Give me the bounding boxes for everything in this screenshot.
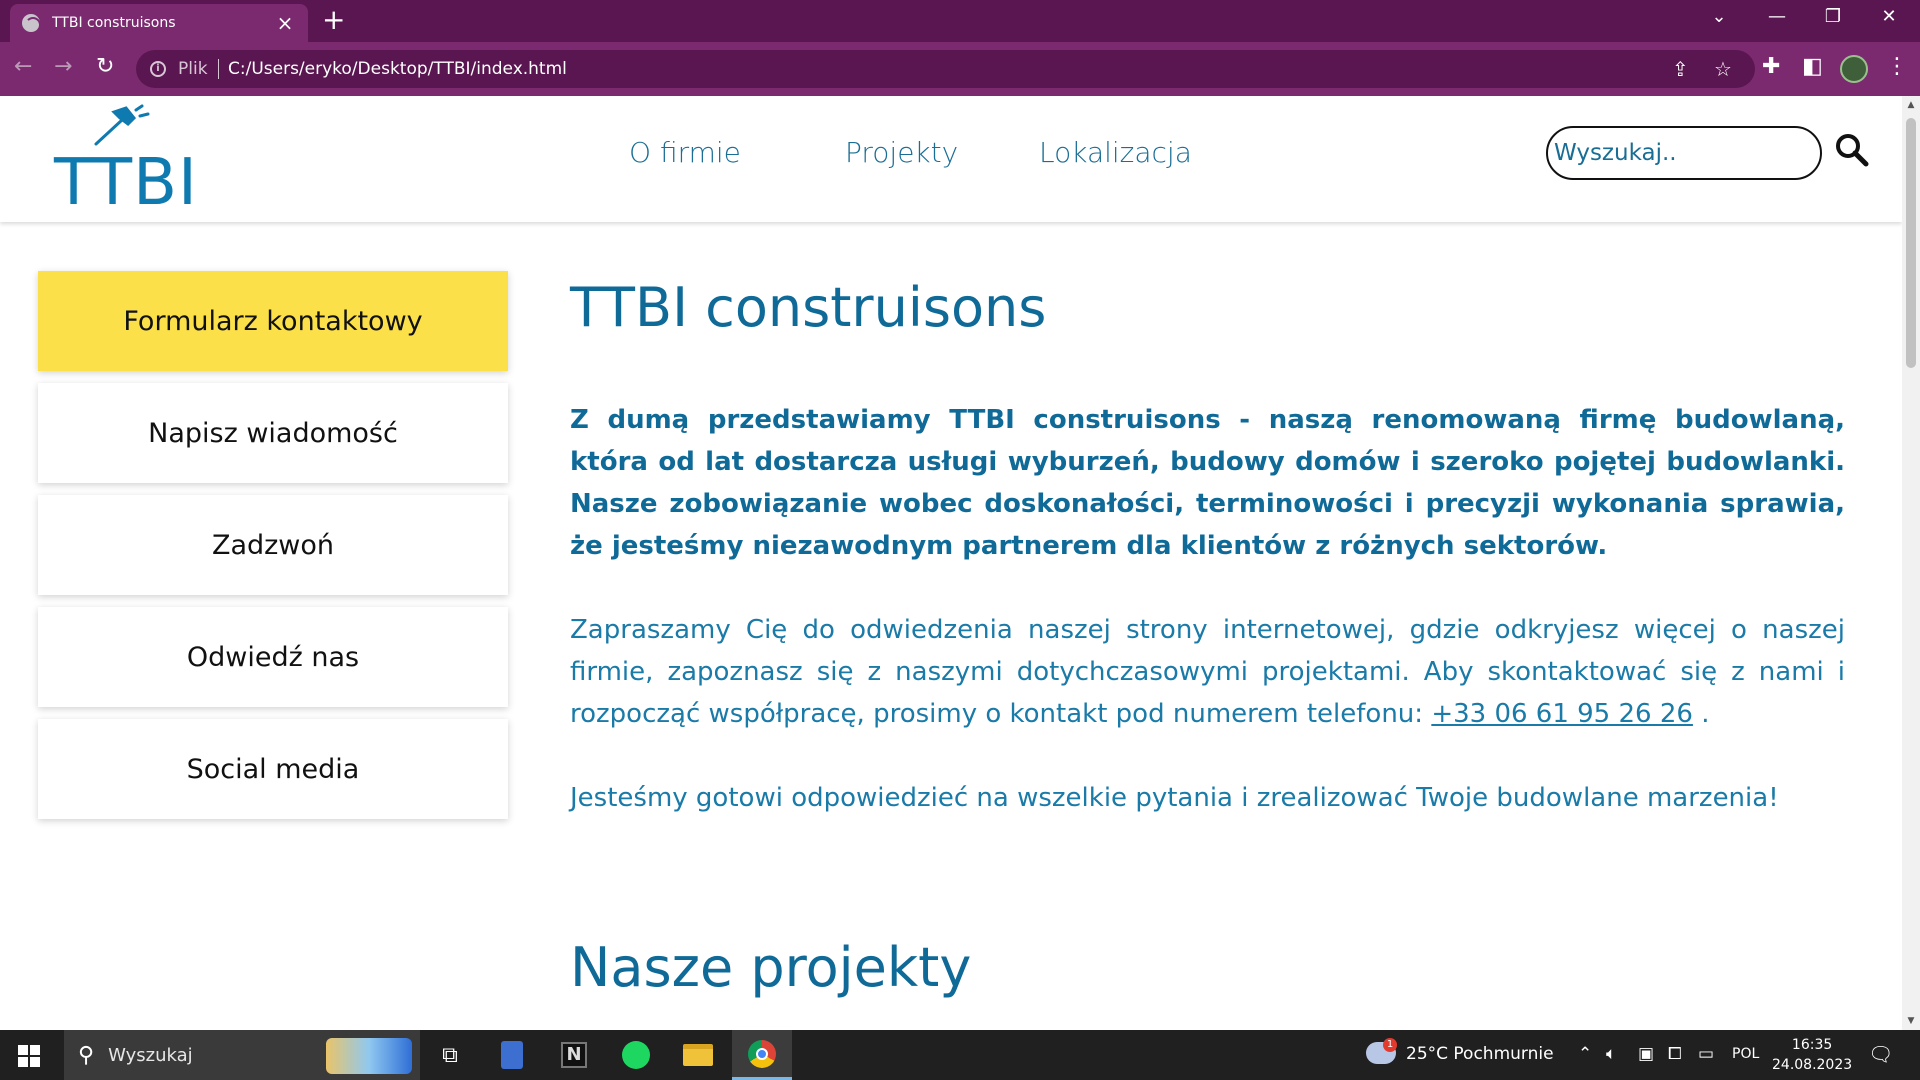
search-icon[interactable] (1834, 132, 1870, 168)
speaker-icon[interactable]: 🔈︎ (1606, 1044, 1616, 1064)
restore-icon[interactable]: ❐ (1818, 6, 1848, 27)
clock-time: 16:35 (1791, 1037, 1833, 1053)
scroll-thumb[interactable] (1906, 118, 1916, 368)
clock[interactable]: 16:35 24.08.2023 (1772, 1035, 1852, 1075)
battery-icon[interactable]: ▭ (1698, 1044, 1714, 1064)
search-input[interactable] (1546, 126, 1822, 180)
contact-side-menu: Formularz kontaktowy Napisz wiadomość Za… (38, 271, 508, 831)
site-logo[interactable]: TTBI (54, 104, 204, 220)
star-icon[interactable]: ☆ (1714, 57, 1732, 81)
sidepanel-icon[interactable]: ◧ (1802, 54, 1823, 79)
weather-text[interactable]: 25°C Pochmurnie (1406, 1044, 1554, 1064)
phone-link[interactable]: +33 06 61 95 26 26 (1431, 699, 1693, 729)
notion-icon[interactable]: N (544, 1030, 604, 1080)
taskbar-search-label: Wyszukaj (108, 1044, 193, 1066)
share-icon[interactable]: ⇪ (1672, 57, 1689, 81)
profile-icon[interactable] (1840, 55, 1868, 83)
browser-tab[interactable]: TTBI construisons × (10, 4, 308, 42)
notification-icon[interactable]: 🗨︎ (1868, 1042, 1893, 1066)
side-item-odwiedz-nas[interactable]: Odwiedź nas (38, 607, 508, 707)
menu-icon[interactable]: ⋮ (1886, 54, 1908, 79)
scroll-down-icon[interactable]: ▼ (1902, 1012, 1920, 1030)
display-icon[interactable]: ⧠ (1668, 1044, 1682, 1064)
chrome-icon[interactable] (732, 1030, 792, 1080)
reload-icon[interactable]: ↻ (96, 54, 114, 79)
folder-icon[interactable] (668, 1030, 728, 1080)
camera-icon[interactable]: ▣ (1638, 1044, 1654, 1064)
search-icon: ⚲ (78, 1042, 95, 1068)
url-text[interactable]: C:/Users/eryko/Desktop/TTBI/index.html (228, 59, 567, 79)
clock-date: 24.08.2023 (1772, 1057, 1853, 1073)
language-indicator[interactable]: POL (1732, 1046, 1759, 1062)
weather-badge: 1 (1383, 1038, 1397, 1052)
contact-paragraph-end: . (1701, 699, 1710, 729)
scheme-label: Plik (178, 59, 208, 79)
scroll-up-icon[interactable]: ▲ (1902, 96, 1920, 114)
intro-paragraph: Z dumą przedstawiamy TTBI construisons -… (570, 405, 1845, 561)
address-bar[interactable]: i Plik C:/Users/eryko/Desktop/TTBI/index… (136, 50, 1755, 88)
contact-paragraph: Zapraszamy Cię do odwiedzenia naszej str… (570, 609, 1845, 735)
hammer-icon (94, 104, 150, 146)
side-item-social-media[interactable]: Social media (38, 719, 508, 819)
web-page: TTBI O firmie Projekty Lokalizacja Formu… (0, 96, 1902, 1030)
closing-paragraph: Jesteśmy gotowi odpowiedzieć na wszelkie… (570, 783, 1779, 813)
main-content: TTBI construisons Z dumą przedstawiamy T… (570, 276, 1845, 861)
side-item-zadzwon[interactable]: Zadzwoń (38, 495, 508, 595)
extensions-icon[interactable]: ✚ (1762, 54, 1780, 79)
forward-icon[interactable]: → (54, 54, 72, 79)
nav-link-projekty[interactable]: Projekty (845, 136, 958, 169)
logo-text: TTBI (54, 146, 198, 220)
taskbar-search[interactable]: ⚲ Wyszukaj (64, 1030, 420, 1080)
chevron-up-icon[interactable]: ⌃ (1578, 1044, 1592, 1064)
section-title-projects: Nasze projekty (570, 936, 972, 999)
site-header: TTBI O firmie Projekty Lokalizacja (0, 96, 1902, 222)
browser-titlebar: TTBI construisons × + ⌄ — ❐ ✕ (0, 0, 1920, 42)
side-item-formularz-kontaktowy[interactable]: Formularz kontaktowy (38, 271, 508, 371)
globe-icon (22, 14, 41, 33)
page-scrollbar[interactable]: ▲ ▼ (1902, 96, 1920, 1030)
windows-icon[interactable] (18, 1045, 40, 1067)
side-item-napisz-wiadomosc[interactable]: Napisz wiadomość (38, 383, 508, 483)
nav-link-o-firmie[interactable]: O firmie (629, 136, 741, 169)
url-separator (218, 59, 219, 79)
search-highlight-icon (326, 1038, 412, 1074)
task-view-icon[interactable]: ⧉ (420, 1030, 480, 1080)
browser-toolbar: ← → ↻ i Plik C:/Users/eryko/Desktop/TTBI… (0, 42, 1920, 96)
chevron-down-icon[interactable]: ⌄ (1704, 6, 1734, 27)
close-icon[interactable]: × (274, 11, 296, 35)
nav-link-lokalizacja[interactable]: Lokalizacja (1039, 136, 1192, 169)
calculator-icon[interactable] (482, 1030, 542, 1080)
spotify-icon[interactable] (606, 1030, 666, 1080)
windows-taskbar: ⚲ Wyszukaj ⧉ N 1 25°C Pochmurnie ⌃ 🔈︎ ▣ … (0, 1030, 1920, 1080)
back-icon[interactable]: ← (14, 54, 32, 79)
page-title: TTBI construisons (570, 276, 1047, 339)
tab-title: TTBI construisons (52, 15, 176, 31)
info-icon[interactable]: i (150, 61, 166, 77)
window-close-icon[interactable]: ✕ (1874, 6, 1904, 27)
minimize-icon[interactable]: — (1762, 6, 1792, 27)
plus-icon[interactable]: + (322, 6, 345, 34)
